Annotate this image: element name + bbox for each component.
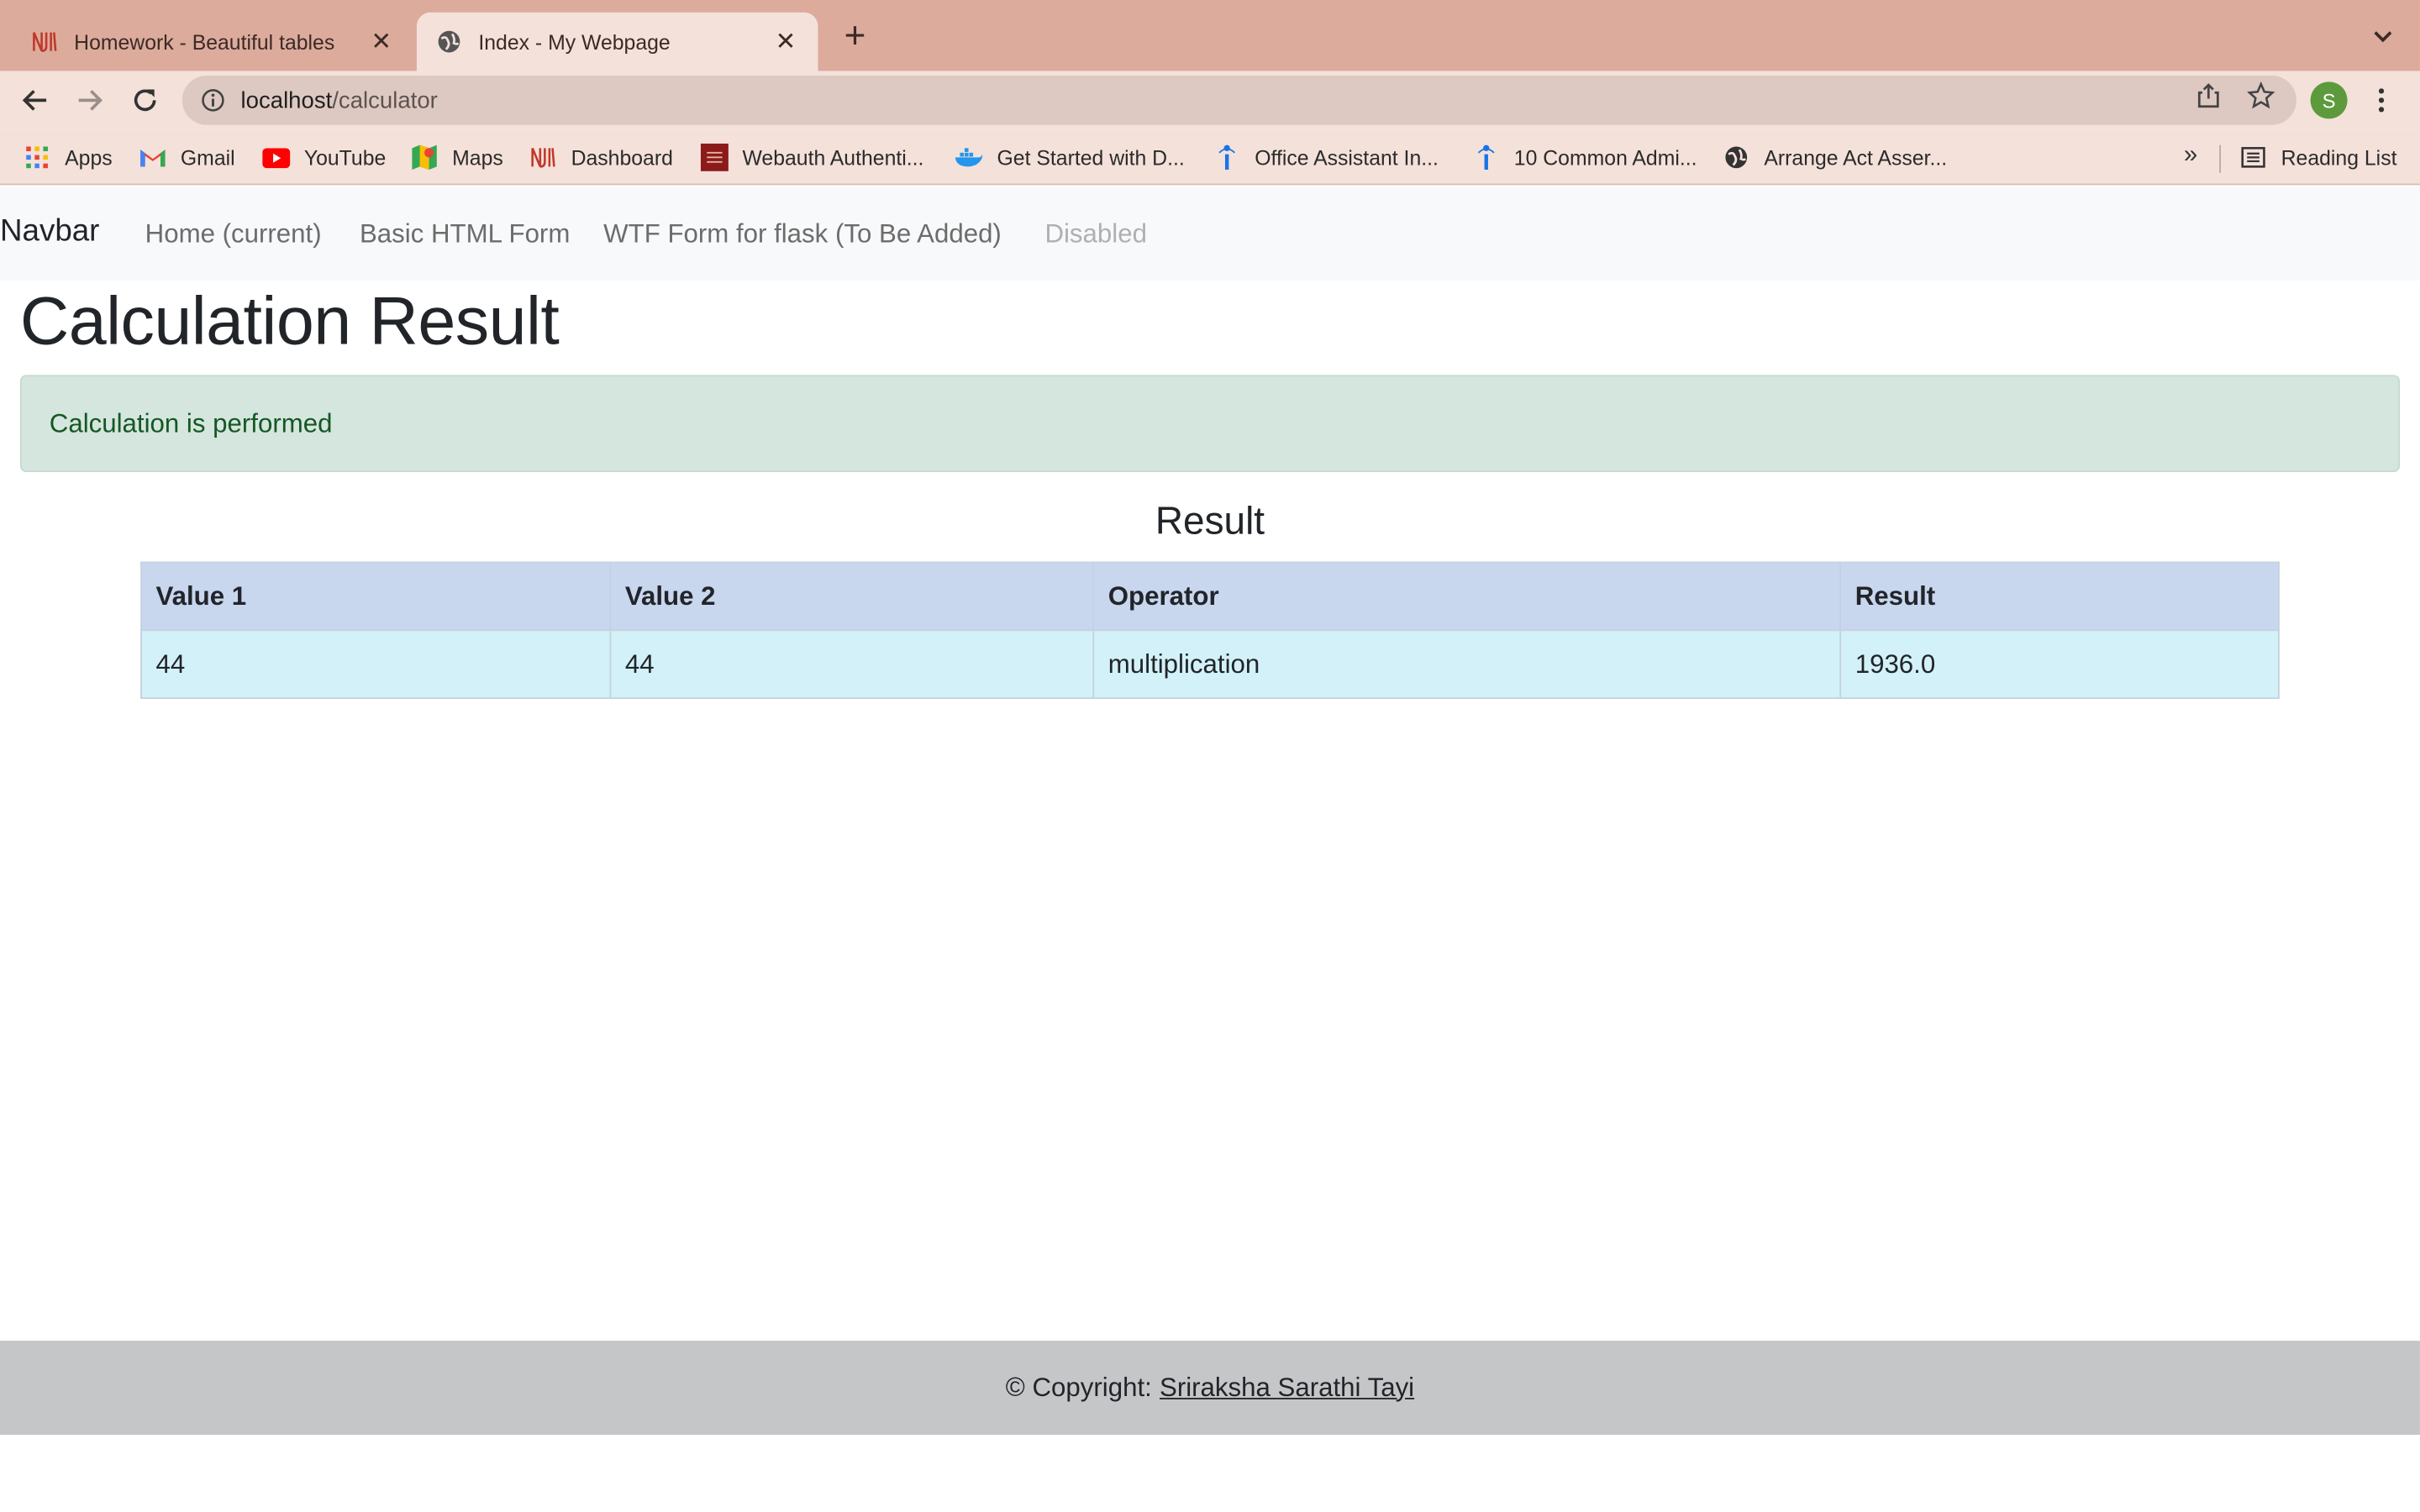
- url-path: /calculator: [332, 87, 438, 113]
- author-link[interactable]: Sriraksha Sarathi Tayi: [1160, 1373, 1414, 1404]
- bookmark-office-assistant[interactable]: Office Assistant In...: [1213, 142, 1439, 173]
- column-header: Result: [1839, 561, 2280, 632]
- success-alert: Calculation is performed: [19, 375, 2401, 473]
- bookmark-apps[interactable]: Apps: [24, 142, 113, 173]
- navbar-brand[interactable]: Navbar: [0, 214, 99, 249]
- reading-list-icon: [2239, 144, 2267, 171]
- bookmark-label: Dashboard: [571, 145, 673, 170]
- bookmark-label: Apps: [65, 145, 113, 170]
- back-button[interactable]: [14, 79, 57, 122]
- nav-link-wtf-form[interactable]: WTF Form for flask (To Be Added): [603, 219, 1002, 250]
- column-header: Value 2: [609, 561, 1095, 632]
- more-vert-icon[interactable]: [2366, 85, 2397, 116]
- url-text[interactable]: localhost/calculator: [241, 87, 438, 113]
- table-row: 44 44 multiplication 1936.0: [140, 629, 2280, 700]
- nav-link-basic-form[interactable]: Basic HTML Form: [360, 219, 570, 250]
- page-title: Calculation Result: [19, 283, 560, 360]
- maps-icon: [411, 144, 439, 171]
- table-header-row: Value 1 Value 2 Operator Result: [140, 561, 2280, 632]
- bookmark-youtube[interactable]: YouTube: [262, 142, 386, 173]
- njit-red-icon: [700, 143, 729, 171]
- bookmark-label: Gmail: [180, 145, 235, 170]
- arrow-left-icon: [22, 90, 47, 111]
- result-heading: Result: [1155, 500, 1265, 543]
- bookmark-label: YouTube: [303, 145, 387, 170]
- table-cell: multiplication: [1092, 629, 1842, 700]
- gmail-icon: [139, 144, 166, 171]
- arrow-right-icon: [78, 90, 103, 111]
- screen: Homework - Beautiful tables ✕ Index - My…: [0, 0, 2420, 1512]
- reload-button[interactable]: [124, 79, 166, 122]
- bookmark-label: 10 Common Admi...: [1513, 145, 1697, 170]
- table-cell: 44: [140, 629, 612, 700]
- reading-list-button[interactable]: Reading List: [2239, 142, 2397, 173]
- bookmark-dashboard[interactable]: Dashboard: [529, 142, 673, 173]
- info-icon[interactable]: [201, 88, 225, 113]
- forward-button[interactable]: [68, 79, 111, 122]
- address-bar[interactable]: localhost/calculator: [182, 75, 2297, 125]
- browser-tab-bar: Homework - Beautiful tables ✕ Index - My…: [0, 0, 2420, 71]
- njit-logo-icon: [529, 144, 557, 171]
- site-navbar: Navbar Home (current) Basic HTML Form WT…: [0, 186, 2420, 281]
- star-icon[interactable]: [2245, 81, 2276, 112]
- reload-icon: [134, 89, 156, 112]
- bookmark-label: Webauth Authenti...: [742, 145, 924, 170]
- apps-grid-icon: [24, 144, 51, 171]
- bookmark-maps[interactable]: Maps: [411, 142, 503, 173]
- reading-list-label: Reading List: [2281, 145, 2397, 170]
- nav-link-disabled: Disabled: [1044, 218, 1147, 249]
- globe-icon: [435, 28, 463, 55]
- column-header: Value 1: [140, 561, 612, 632]
- browser-toolbar: localhost/calculator S: [0, 71, 2420, 130]
- bookmark-label: Maps: [452, 145, 503, 170]
- new-tab-button[interactable]: +: [835, 18, 876, 59]
- bookmark-label: Office Assistant In...: [1255, 145, 1439, 170]
- tab-title: Index - My Webpage: [478, 29, 671, 54]
- tab-title: Homework - Beautiful tables: [74, 29, 335, 54]
- result-table: Value 1 Value 2 Operator Result 44 44 mu…: [140, 561, 2280, 700]
- nav-link-home[interactable]: Home (current): [145, 219, 322, 250]
- chevron-down-icon[interactable]: [2367, 22, 2398, 53]
- table-cell: 44: [609, 629, 1095, 700]
- bookmark-gmail[interactable]: Gmail: [139, 142, 235, 173]
- info-person-icon: [1213, 144, 1241, 171]
- close-tab-icon[interactable]: ✕: [771, 26, 799, 57]
- youtube-icon: [262, 144, 291, 171]
- info-person-icon: [1472, 144, 1500, 171]
- bookmark-common-admin[interactable]: 10 Common Admi...: [1472, 142, 1697, 173]
- browser-tab-homework[interactable]: Homework - Beautiful tables ✕: [0, 13, 413, 71]
- footer: © Copyright: Sriraksha Sarathi Tayi: [0, 1341, 2420, 1436]
- njit-logo-icon: [31, 28, 59, 55]
- bookmarks-bar: Apps Gmail YouTube Maps Dashboard Webaut…: [0, 129, 2420, 186]
- bookmark-label: Arrange Act Asser...: [1764, 145, 1948, 170]
- copyright-text: © Copyright:: [1005, 1372, 1152, 1402]
- bookmarks-divider: [2219, 144, 2222, 173]
- close-tab-icon[interactable]: ✕: [367, 26, 395, 57]
- share-icon[interactable]: [2193, 81, 2224, 112]
- url-host: localhost: [240, 87, 333, 113]
- bookmarks-overflow-button[interactable]: »: [2184, 142, 2197, 170]
- column-header: Operator: [1092, 561, 1842, 632]
- table-cell: 1936.0: [1839, 629, 2280, 700]
- docker-icon: [955, 144, 983, 171]
- bookmark-webauth[interactable]: Webauth Authenti...: [700, 142, 924, 173]
- bookmark-arrange-act[interactable]: Arrange Act Asser...: [1723, 142, 1947, 173]
- globe-dark-icon: [1723, 144, 1750, 171]
- browser-tab-index[interactable]: Index - My Webpage ✕: [416, 12, 818, 71]
- bookmark-get-started[interactable]: Get Started with D...: [955, 142, 1185, 173]
- bookmark-label: Get Started with D...: [997, 145, 1185, 170]
- alert-text: Calculation is performed: [49, 407, 333, 438]
- profile-avatar[interactable]: S: [2310, 81, 2348, 119]
